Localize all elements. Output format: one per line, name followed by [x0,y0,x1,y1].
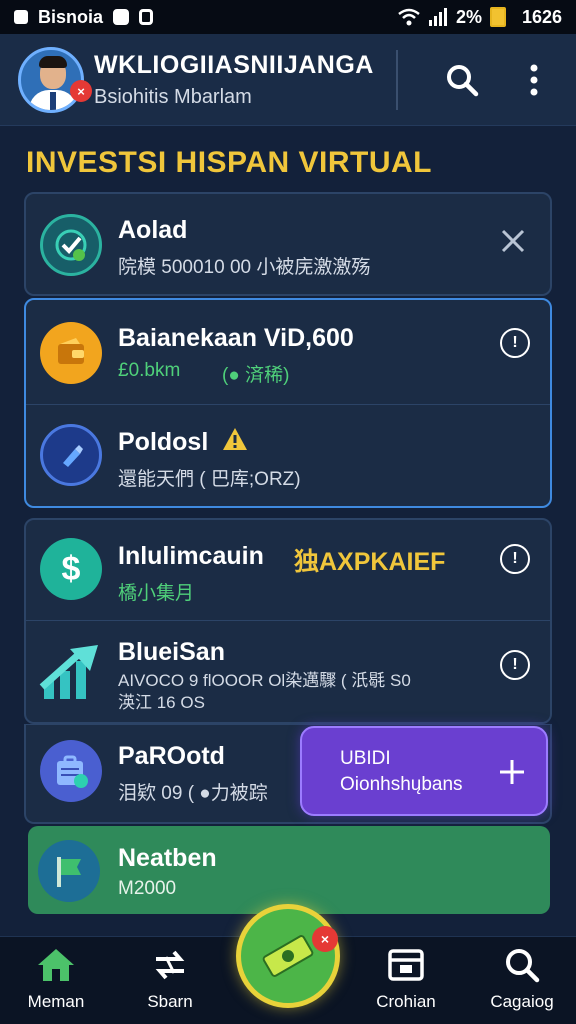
card-divider [26,404,550,405]
nav-home-label: Meman [27,992,85,1011]
income-subtitle: 橋小集月 [118,583,195,604]
pen-icon [40,424,102,486]
swap-icon [155,950,185,980]
paroold-title: PaROotd [118,742,225,770]
nav-calendar[interactable]: Crohian [356,947,456,1012]
wallet-icon [40,322,102,384]
neatben-subtitle: M2000 [118,878,177,899]
plus-icon [500,760,524,784]
info-icon: ! [512,334,518,351]
avatar[interactable] [18,46,84,113]
neatben-title: Neatben [118,844,217,872]
card-title: Aolad [118,216,188,244]
section-title: INVESTSI HISPAN VIRTUAL [26,146,432,179]
center-badge: × [312,926,338,952]
status-bar: Bisnoia 2% 1626 [0,0,576,34]
poldosl-subtitle: 還能天們 ( 巴库;ORZ) [118,469,301,490]
info-button[interactable]: ! [500,650,530,680]
more-vert-icon [530,64,538,96]
balance-card[interactable]: Baianekaan ViD,600 £0.bkm (● 済稀) ! Poldo… [24,298,552,508]
card-divider [26,620,550,621]
battery-icon [489,7,506,27]
nav-swap[interactable]: Sbarn [120,947,220,1012]
target-check-icon [40,214,102,276]
nav-search-label: Cagaiog [490,992,554,1011]
card-subtitle: 院模 500010 00 小被庑激激殇 [118,257,371,278]
new-investment-button[interactable]: UBIDI Oionhshųbans [300,726,548,816]
cash-icon [262,935,314,977]
avatar-badge: × [70,80,92,102]
investment-card-aolad[interactable]: Aolad 院模 500010 00 小被庑激激殇 [24,192,552,296]
income-title: Inlulimcauin [118,542,264,570]
warning-icon [223,428,247,450]
sim-icon [14,10,28,24]
more-options-button[interactable] [512,58,556,102]
dollar-icon: $ [40,538,102,600]
clock: 1626 [521,6,562,27]
user-name: WKLIOGIIASNIIJANGA [94,50,374,79]
signal-icon [428,8,447,26]
battery-percent: 2% [455,6,482,27]
calendar-icon [388,949,424,981]
poldosl-title: Poldosl [118,428,209,456]
center-action-button[interactable] [236,904,340,1008]
notification-icon [113,9,130,25]
info-icon: ! [512,656,518,673]
info-icon: ! [512,550,518,567]
bluesan-subtitle-2: 渶江 16 OS [118,693,205,712]
search-icon [447,65,479,97]
search-icon [506,949,540,983]
info-button[interactable]: ! [500,328,530,358]
wifi-icon [398,8,420,26]
home-icon [38,949,74,981]
close-icon[interactable] [500,228,526,254]
alarm-icon [139,9,154,25]
paroold-subtitle: 泪欵 09 ( ●力被踪 [118,783,268,804]
nav-home[interactable]: Meman [6,947,106,1012]
header-divider [396,50,398,110]
info-button[interactable]: ! [500,544,530,574]
nav-calendar-label: Crohian [376,992,436,1011]
investment-list-card[interactable]: $ Inlulimcauin 独AXPKAIEF 橋小集月 ! BlueiSan… [24,518,552,724]
income-title-suffix: 独AXPKAIEF [294,548,446,576]
neatben-card[interactable]: Neatben M2000 [28,826,550,914]
balance-badge: (● 済稀) [222,365,290,386]
trend-up-icon [36,638,106,708]
search-button[interactable] [440,58,484,102]
bluesan-title: BlueiSan [118,638,225,666]
nav-search[interactable]: Cagaiog [472,947,572,1012]
card-divider [26,724,550,725]
balance-amount: £0.bkm [118,360,181,381]
flag-icon [38,840,100,902]
app-header: × WKLIOGIIASNIIJANGA Bsiohitis Mbarlam [0,34,576,126]
briefcase-icon [40,740,102,802]
balance-title: Baianekaan ViD,600 [118,324,354,352]
purple-line-2: Oionhshųbans [340,774,463,795]
user-subtitle: Bsiohitis Mbarlam [94,85,252,108]
carrier-label: Bisnoia [38,6,104,27]
nav-swap-label: Sbarn [147,992,193,1011]
purple-line-1: UBIDI [340,748,391,769]
